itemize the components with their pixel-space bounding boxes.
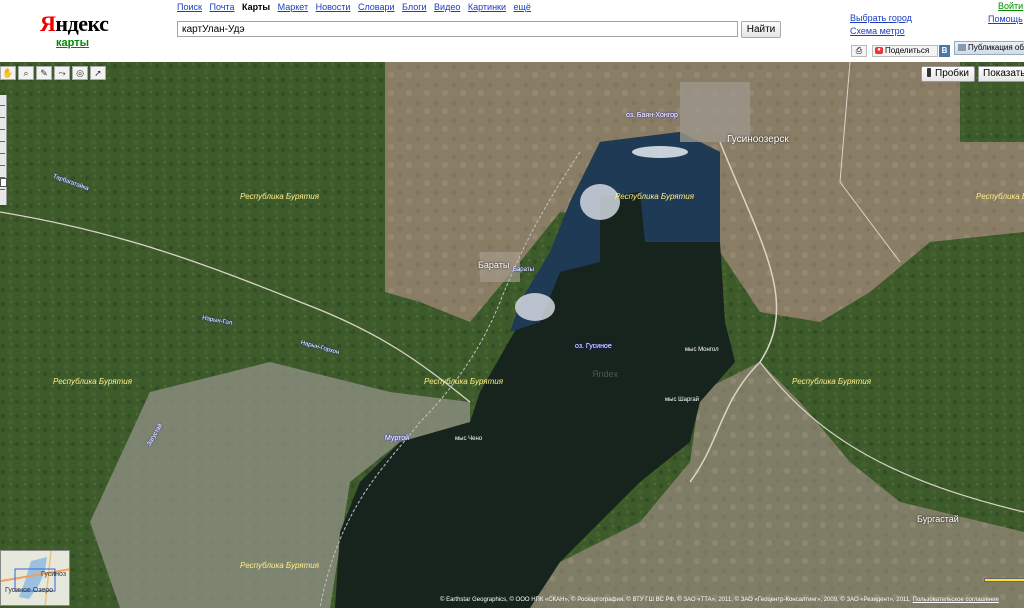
label-lake-bayan-khongor: оз. Баян-Хонгор (626, 112, 678, 119)
zoom-slider[interactable] (0, 95, 7, 205)
help-link[interactable]: Помощь (988, 14, 1023, 24)
minimap-label-city: Гусиноз (41, 571, 67, 578)
satellite-imagery (0, 62, 1024, 608)
route-icon: ⤳ (58, 68, 66, 78)
label-region-2: Республика Бурятия (615, 192, 694, 201)
cursor-tool[interactable]: ➚ (90, 66, 106, 80)
copyright-text: © Earthstar Geographics, © ООО НПК «СКАН… (440, 597, 911, 603)
label-region-6: Республика Бурятия (792, 377, 871, 386)
user-agreement-link[interactable]: Пользовательское соглашение (913, 597, 999, 603)
route-tool[interactable]: ⤳ (54, 66, 70, 80)
printer-icon: ⎙ (855, 46, 863, 55)
label-burgastay: Бургастай (917, 514, 959, 524)
label-region-4: Республика Бурятия (53, 377, 132, 386)
label-region-1: Республика Бурятия (240, 192, 319, 201)
service-link-search[interactable]: Поиск (177, 2, 202, 12)
ruler-tool[interactable]: ✎ (36, 66, 52, 80)
satellite-map[interactable]: Гусиноозерск Бараты Бургастай Республика… (0, 62, 1024, 608)
pin-tool[interactable]: ◎ (72, 66, 88, 80)
service-link-more[interactable]: ещё (514, 2, 531, 12)
service-link-video[interactable]: Видео (434, 2, 460, 12)
traffic-button[interactable]: Пробки (921, 66, 975, 82)
service-link-dictionaries[interactable]: Словари (358, 2, 395, 12)
publish-button[interactable]: Публикация обл (954, 41, 1024, 55)
label-lake-gusinoe: оз. Гусиное (575, 343, 612, 350)
vk-share-button[interactable]: B (939, 45, 950, 57)
label-cape-shargay: мыс Шаргай (665, 397, 700, 403)
maps-logo-sub[interactable]: карты (40, 36, 110, 50)
choose-city-link[interactable]: Выбрать город (850, 13, 912, 23)
service-link-mail[interactable]: Почта (209, 2, 234, 12)
label-baraty-small: Бараты (513, 267, 534, 273)
print-button[interactable]: ⎙ (851, 45, 867, 57)
minimap-label-lake: Гусиное Озеро (5, 587, 54, 594)
search-input[interactable]: картУлан-Удэ (177, 21, 738, 37)
label-gusinoozersk: Гусиноозерск (727, 134, 789, 145)
service-link-maps[interactable]: Карты (242, 2, 270, 12)
hand-tool[interactable]: ✋ (0, 66, 16, 80)
share-icon: ● (875, 47, 883, 55)
service-link-images[interactable]: Картинки (468, 2, 506, 12)
traffic-light-icon (927, 68, 931, 77)
header: Яндекс карты Поиск Почта Карты Маркет Но… (0, 0, 1024, 62)
pin-icon: ◎ (76, 68, 84, 78)
magnifier-tool[interactable]: ⌕ (18, 66, 34, 80)
show-layers-button[interactable]: Показать (978, 66, 1024, 82)
metro-map-link[interactable]: Схема метро (850, 26, 905, 36)
service-link-blogs[interactable]: Блоги (402, 2, 426, 12)
login-link[interactable]: Войти (998, 1, 1023, 11)
services-nav: Поиск Почта Карты Маркет Новости Словари… (177, 2, 536, 12)
share-label: Поделиться (885, 46, 930, 55)
yandex-maps-logo[interactable]: Яндекс карты (40, 12, 110, 50)
minimap-graphic (1, 551, 69, 605)
service-link-market[interactable]: Маркет (278, 2, 308, 12)
label-murtoy: Муртой (385, 435, 410, 442)
map-watermark: Яndex (592, 369, 619, 379)
label-baraty: Бараты (478, 260, 510, 270)
share-button[interactable]: ● Поделиться (872, 45, 938, 57)
overview-minimap[interactable]: Гусиноз Гусиное Озеро (0, 550, 70, 606)
zoom-slider-handle[interactable] (0, 178, 7, 187)
map-copyright: © Earthstar Geographics, © ООО НПК «СКАН… (440, 597, 999, 603)
label-region-7: Республика Бурятия (240, 561, 319, 570)
label-region-3: Республика Бурятия (976, 192, 1024, 201)
cursor-icon: ➚ (94, 68, 102, 78)
hand-icon: ✋ (2, 68, 14, 78)
map-toolbar: ✋ ⌕ ✎ ⤳ ◎ ➚ (0, 66, 108, 80)
publish-icon (958, 44, 966, 52)
label-cape-mongol: мыс Монгол (685, 347, 719, 353)
map-scale-bar (984, 578, 1024, 582)
town-gusinoozersk (680, 82, 750, 142)
yandex-logo-text: Яндекс (40, 11, 109, 36)
publish-label: Публикация обл (968, 43, 1024, 52)
ruler-icon: ✎ (40, 68, 48, 78)
label-cape-cheno: мыс Чено (455, 436, 483, 442)
search-button[interactable]: Найти (741, 21, 781, 38)
traffic-label: Пробки (935, 68, 969, 79)
label-region-5: Республика Бурятия (424, 377, 503, 386)
service-link-news[interactable]: Новости (316, 2, 351, 12)
magnifier-icon: ⌕ (23, 68, 29, 78)
